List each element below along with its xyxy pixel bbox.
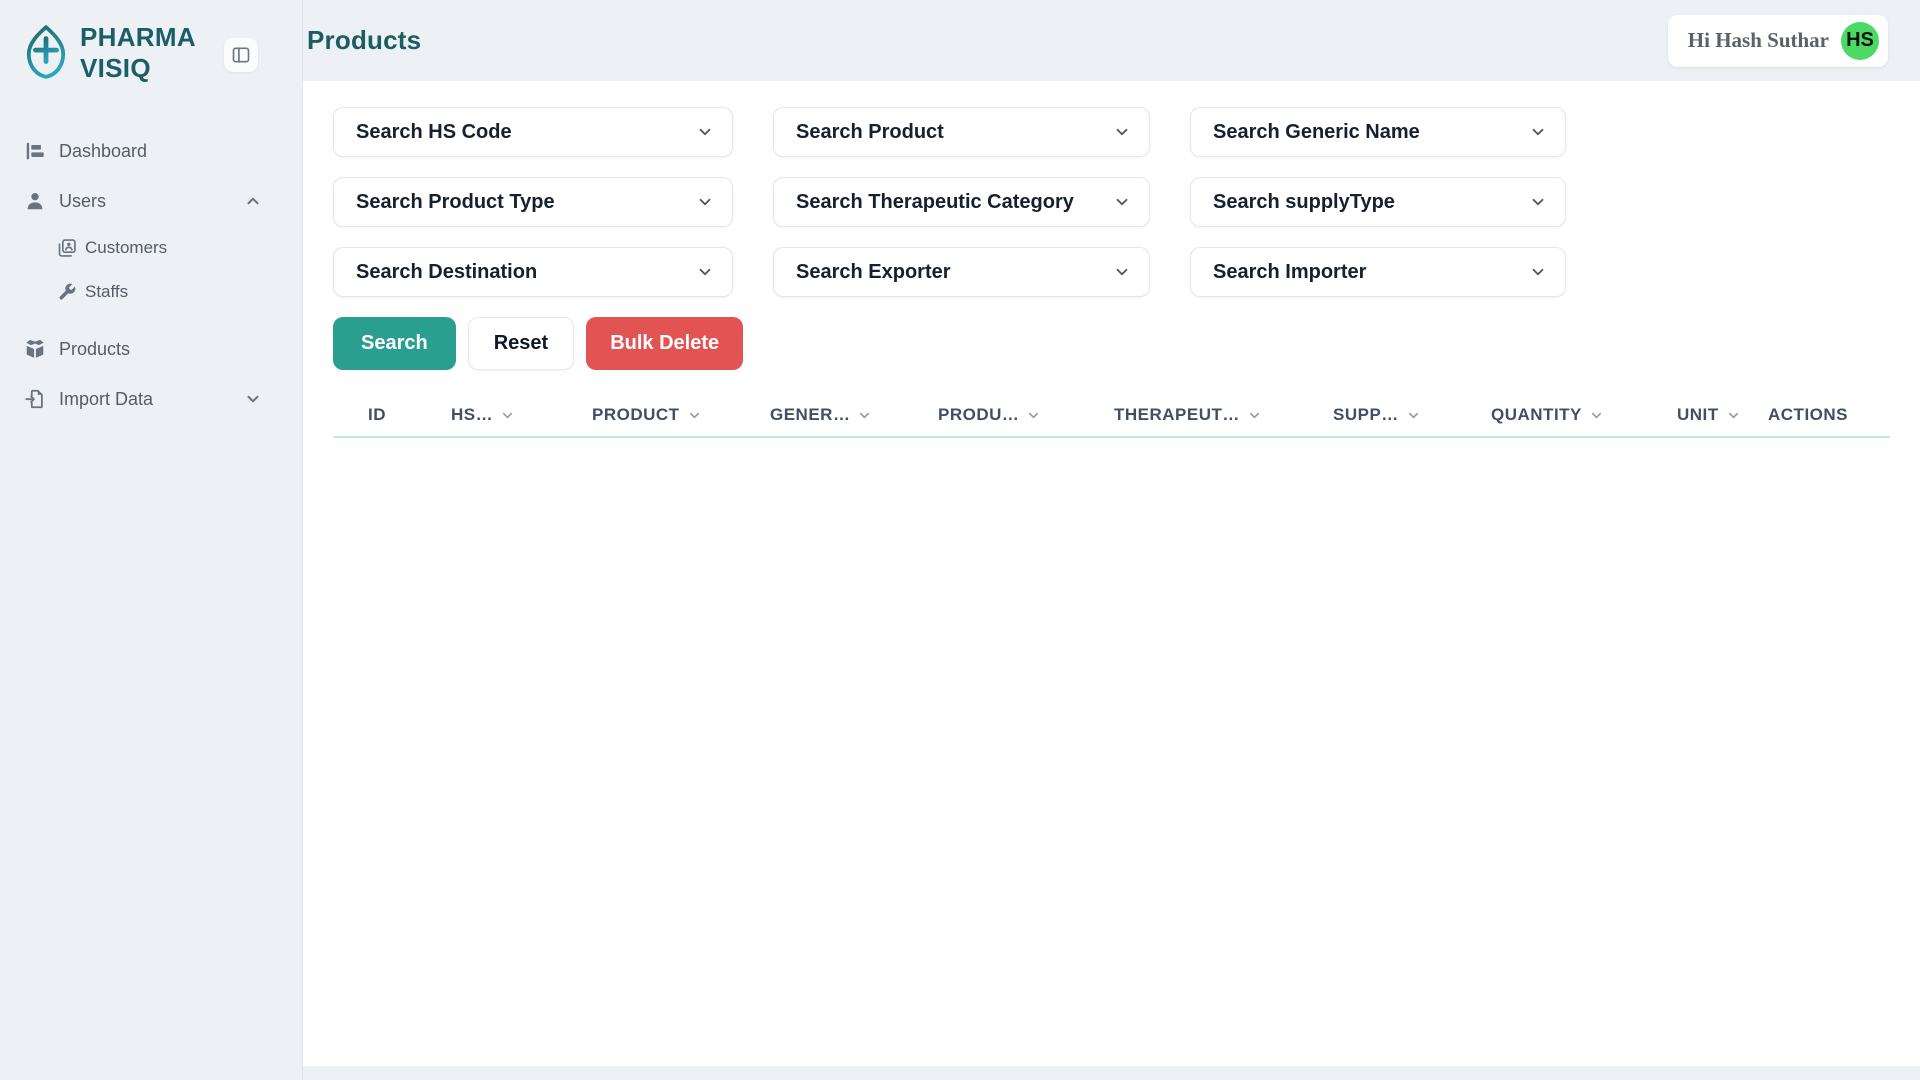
action-button-row: Search Reset Bulk Delete [333,317,1890,370]
column-header-therapeutic[interactable]: THERAPEUT… [1114,405,1333,425]
sort-chevron-icon [687,408,702,423]
sidebar-item-label: Dashboard [59,141,147,162]
chevron-down-icon [696,263,714,281]
column-header-actions: ACTIONS [1768,405,1848,425]
sidebar-item-import-data[interactable]: Import Data [24,374,302,424]
bulk-delete-button[interactable]: Bulk Delete [586,317,743,370]
bar-chart-icon [24,140,46,162]
sidebar-item-label: Staffs [85,282,128,302]
sidebar-item-products[interactable]: Products [24,324,302,374]
column-header-product[interactable]: PRODUCT [592,405,770,425]
reset-button[interactable]: Reset [468,317,574,370]
sort-chevron-icon [1726,408,1741,423]
filter-destination[interactable]: Search Destination [333,247,733,297]
brand-line-1: PHARMA [80,22,196,53]
chevron-down-icon [1113,263,1131,281]
sidebar-nav: Dashboard Users [24,126,302,424]
topbar: Products Hi Hash Suthar HS [303,0,1920,81]
avatar: HS [1841,22,1879,60]
brand-line-2: VISIQ [80,53,196,84]
sort-chevron-icon [1247,408,1262,423]
user-menu[interactable]: Hi Hash Suthar HS [1668,15,1888,67]
sort-chevron-icon [1406,408,1421,423]
page-title: Products [307,25,421,56]
user-greeting: Hi Hash Suthar [1688,28,1829,53]
filter-exporter[interactable]: Search Exporter [773,247,1150,297]
sidebar-item-label: Products [59,339,130,360]
table-empty-area [333,438,1890,1038]
sidebar: PHARMA VISIQ Dashboard Users [0,0,303,1080]
chevron-down-icon [696,193,714,211]
filter-generic-name[interactable]: Search Generic Name [1190,107,1566,157]
sidebar-item-staffs[interactable]: Staffs [57,270,302,314]
sidebar-item-label: Customers [85,238,167,258]
filter-product[interactable]: Search Product [773,107,1150,157]
sidebar-item-dashboard[interactable]: Dashboard [24,126,302,176]
file-import-icon [24,388,46,410]
chevron-down-icon [244,390,262,408]
filter-label: Search Generic Name [1213,121,1420,144]
sidebar-item-label: Import Data [59,389,153,410]
column-header-product-type[interactable]: PRODU… [938,405,1114,425]
filter-grid: Search HS Code Search Product Search Gen… [333,107,1890,297]
column-header-hs-code[interactable]: HS… [451,405,592,425]
column-header-unit[interactable]: UNIT [1677,405,1768,425]
filter-label: Search Importer [1213,261,1366,284]
filter-importer[interactable]: Search Importer [1190,247,1566,297]
open-box-icon [24,338,46,360]
chevron-down-icon [1113,123,1131,141]
wrench-icon [57,282,77,302]
filter-label: Search Therapeutic Category [796,191,1074,214]
filter-product-type[interactable]: Search Product Type [333,177,733,227]
filter-label: Search HS Code [356,121,512,144]
panel-toggle-icon [231,45,251,65]
sidebar-item-label: Users [59,191,106,212]
user-icon [24,190,46,212]
sort-chevron-icon [857,408,872,423]
sort-chevron-icon [500,408,515,423]
filter-label: Search Exporter [796,261,951,284]
column-header-quantity[interactable]: QUANTITY [1491,405,1677,425]
chevron-down-icon [1529,263,1547,281]
content-panel: Search HS Code Search Product Search Gen… [303,81,1920,1066]
filter-supply-type[interactable]: Search supplyType [1190,177,1566,227]
column-header-id: ID [368,405,451,425]
chevron-down-icon [1113,193,1131,211]
pharma-leaf-logo-icon [24,24,68,80]
chevron-down-icon [1529,123,1547,141]
sort-chevron-icon [1589,408,1604,423]
app-root: PHARMA VISIQ Dashboard Users [0,0,1920,1080]
filter-label: Search supplyType [1213,191,1395,214]
sort-chevron-icon [1026,408,1041,423]
chevron-down-icon [696,123,714,141]
filter-hs-code[interactable]: Search HS Code [333,107,733,157]
table-header-row: ID HS… PRODUCT GENER… PRODU… [333,394,1890,438]
sidebar-item-customers[interactable]: Customers [57,226,302,270]
sidebar-toggle-button[interactable] [224,38,258,72]
column-header-generic-name[interactable]: GENER… [770,405,938,425]
brand-name: PHARMA VISIQ [80,22,196,84]
chevron-down-icon [1529,193,1547,211]
filter-therapeutic-category[interactable]: Search Therapeutic Category [773,177,1150,227]
main-area: Products Hi Hash Suthar HS Search HS Cod… [303,0,1920,1080]
logo-row: PHARMA VISIQ [24,22,302,84]
chevron-up-icon [244,192,262,210]
search-button[interactable]: Search [333,317,456,370]
sidebar-users-submenu: Customers Staffs [24,226,302,314]
filter-label: Search Product [796,121,944,144]
filter-label: Search Product Type [356,191,555,214]
filter-label: Search Destination [356,261,537,284]
sidebar-item-users[interactable]: Users [24,176,302,226]
contact-card-icon [57,238,77,258]
column-header-supply-type[interactable]: SUPP… [1333,405,1491,425]
